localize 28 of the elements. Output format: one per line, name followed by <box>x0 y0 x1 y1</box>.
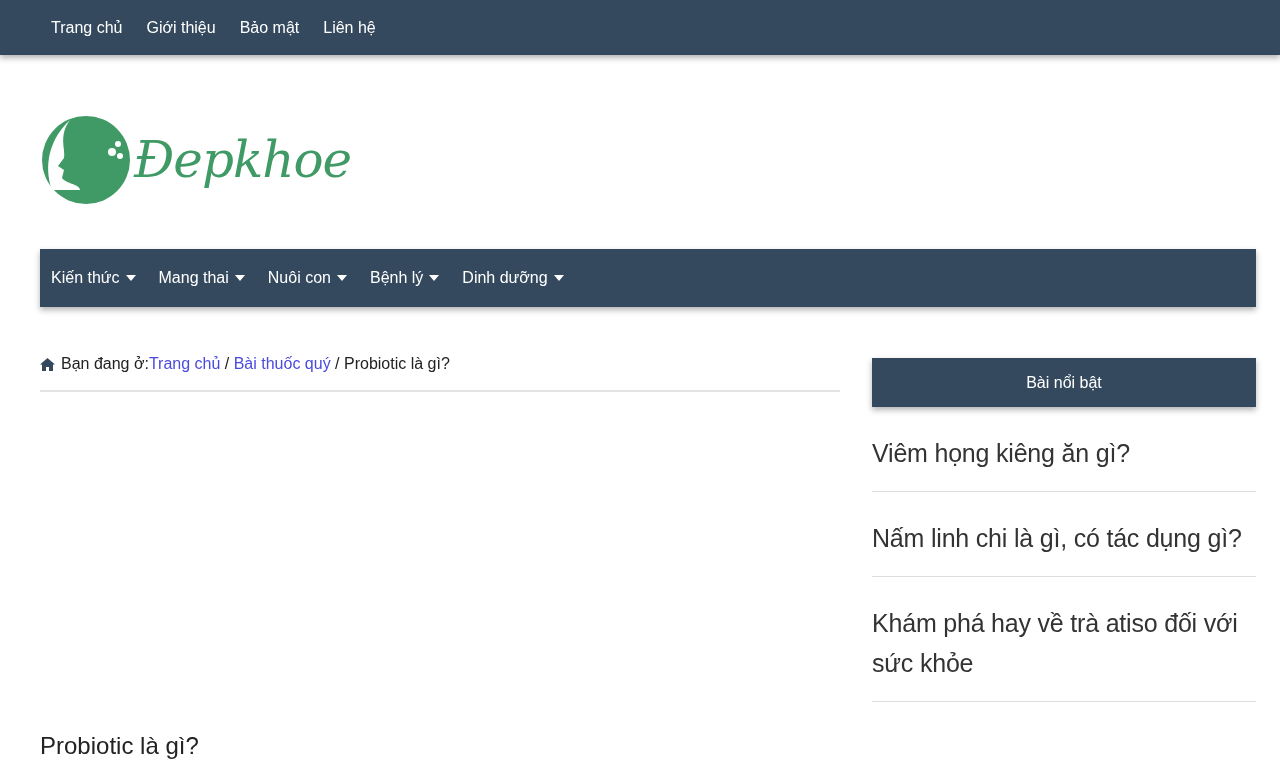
menu-item[interactable]: Mang thai <box>147 269 257 287</box>
menu-item[interactable]: Dinh dưỡng <box>451 269 576 287</box>
breadcrumb-separator: / <box>223 355 231 373</box>
sidebar-heading: Bài nổi bật <box>872 358 1256 407</box>
caret-icon <box>429 275 440 281</box>
woman-profile-icon <box>40 114 132 206</box>
caret-icon <box>336 275 347 281</box>
menu-item[interactable]: Kiến thức <box>40 269 148 287</box>
breadcrumb-separator: / <box>334 355 341 373</box>
caret-icon <box>125 275 136 281</box>
caret-icon <box>234 275 245 281</box>
top-nav-link[interactable]: Bảo mật <box>228 18 313 37</box>
breadcrumb-current: Probiotic là gì? <box>344 355 450 373</box>
breadcrumb-link[interactable]: Trang chủ <box>148 355 221 373</box>
caret-icon <box>553 275 564 281</box>
top-nav-link[interactable]: Trang chủ <box>40 18 136 37</box>
breadcrumb-link[interactable]: Bài thuốc quý <box>233 355 331 373</box>
top-nav-link[interactable]: Giới thiệu <box>135 18 229 37</box>
featured-post-link[interactable]: Khám phá hay về trà atiso đối với sức khỏe <box>872 577 1256 702</box>
logo-text: Đepkhoe <box>134 131 352 189</box>
featured-post-link[interactable]: Nấm linh chi là gì, có tác dụng gì? <box>872 492 1256 577</box>
featured-post-link[interactable]: Viêm họng kiêng ăn gì? <box>872 407 1256 492</box>
article-title: Probiotic là gì? <box>40 732 200 760</box>
menu-item[interactable]: Nuôi con <box>256 269 359 287</box>
menu-item[interactable]: Bệnh lý <box>358 269 452 287</box>
home-icon <box>40 357 55 371</box>
top-nav-link[interactable]: Liên hệ <box>312 18 389 37</box>
breadcrumb-label: Bạn đang ở: <box>61 355 149 373</box>
